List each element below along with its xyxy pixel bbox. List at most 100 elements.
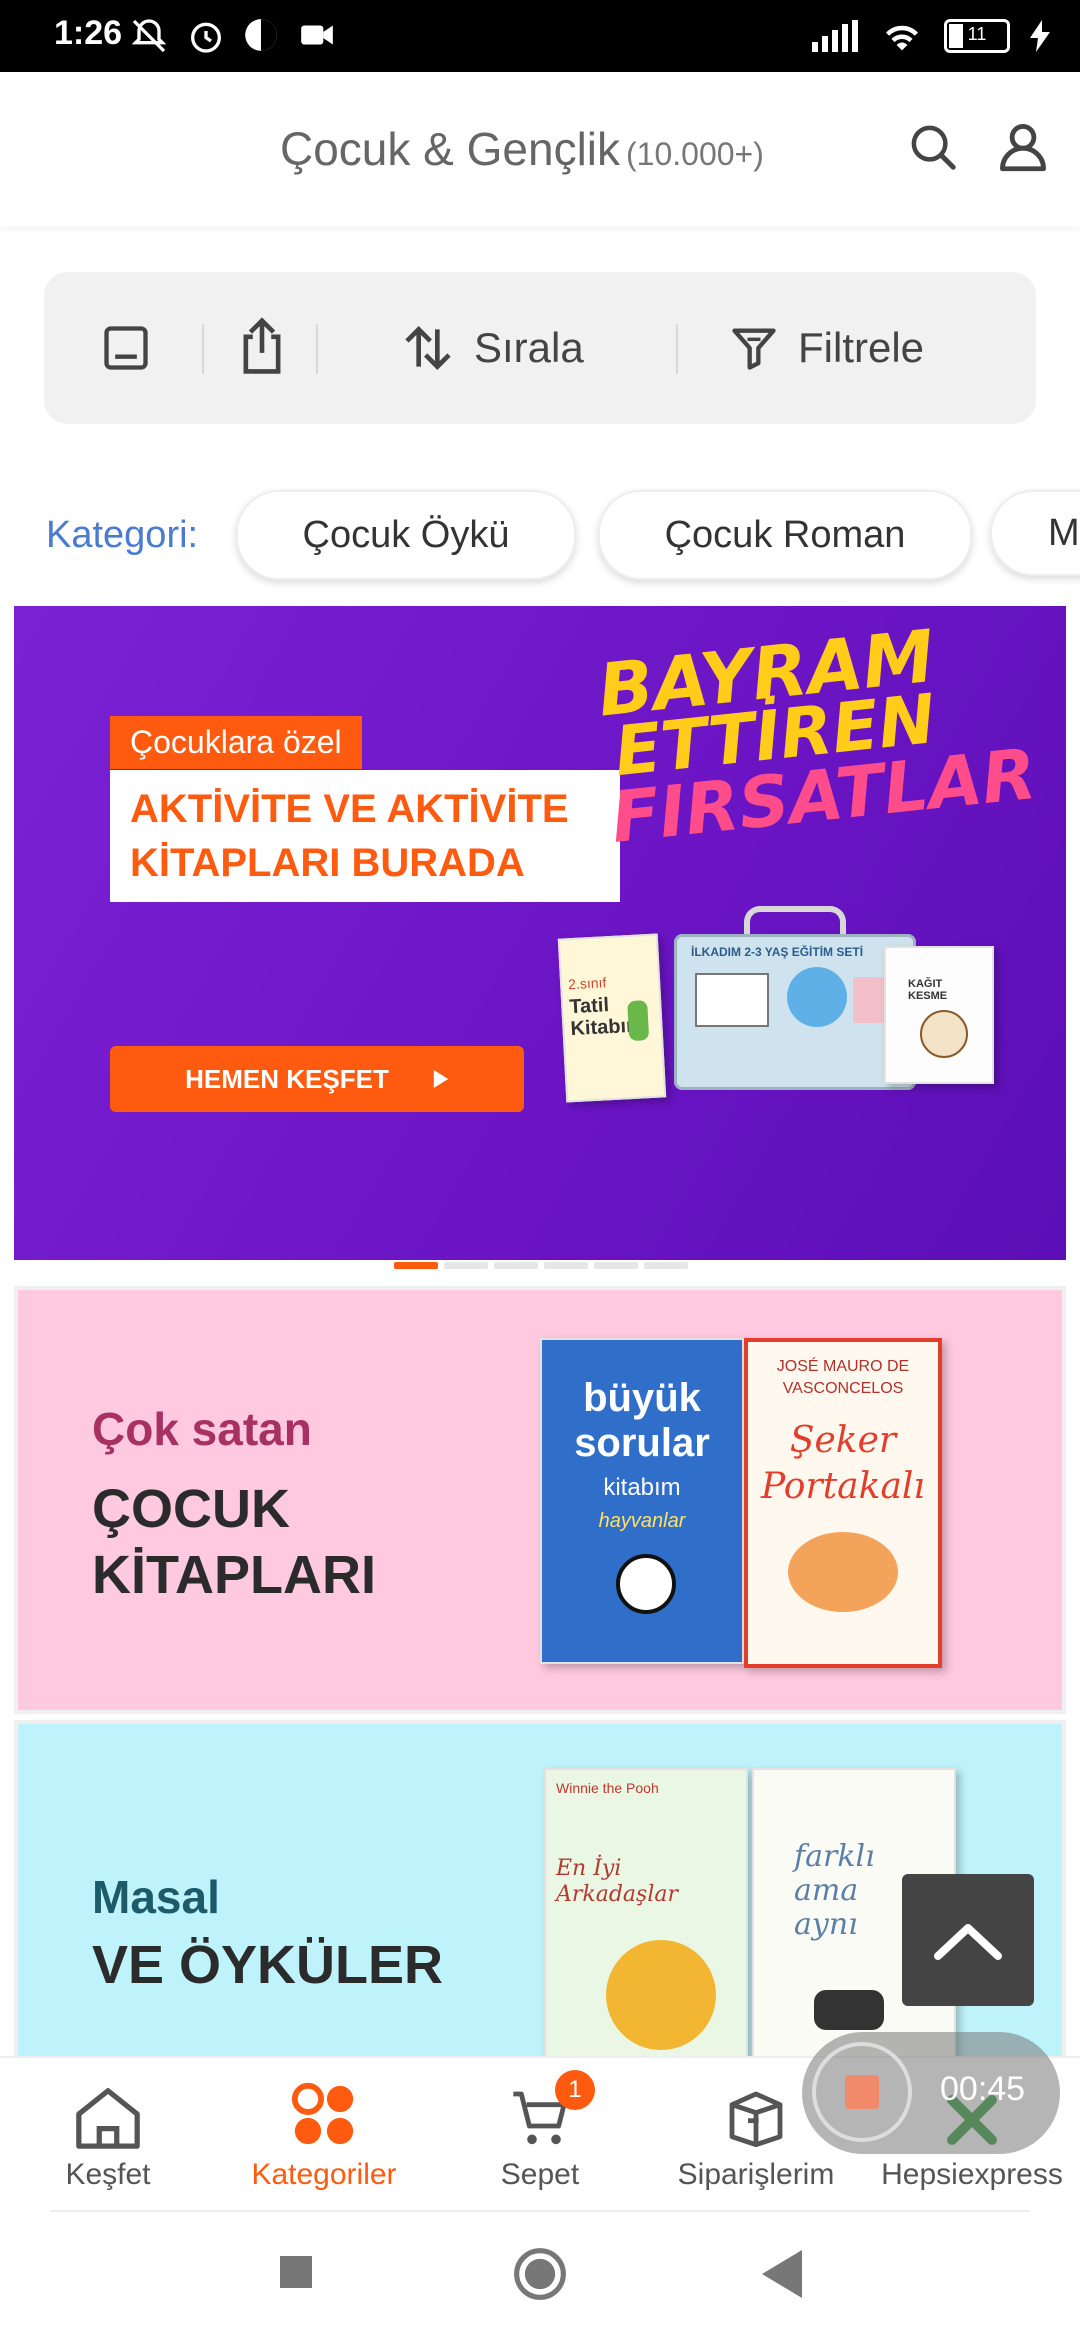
sort-icon: [405, 326, 451, 370]
screen-recorder-pill[interactable]: 00:45: [802, 2032, 1060, 2154]
scroll-to-top-button[interactable]: [902, 1874, 1034, 2006]
charging-icon: [1030, 20, 1050, 52]
nav-icon-wrap: [289, 2076, 359, 2150]
status-right-icons: 11: [812, 18, 1050, 54]
product-book-kagit-kesme: KAĞIT KESME: [884, 946, 994, 1084]
battery-icon: 11: [944, 19, 1010, 53]
play-arrow-icon: [433, 1070, 449, 1088]
category-label: Kategori:: [46, 514, 199, 556]
book-buyuk-title: büyük sorular: [574, 1376, 710, 1465]
book-buyuk-sub: kitabım: [603, 1474, 681, 1501]
hero-headline-line1: AKTİVİTE VE AKTİVİTE: [130, 787, 569, 831]
panda-illustration: [616, 1554, 676, 1614]
book-pooh-title: En İyi Arkadaşlar: [556, 1856, 679, 1907]
book-kagit-title: KAĞIT KESME: [908, 978, 948, 1002]
system-nav-bar: [0, 2212, 1080, 2340]
nav-item-kesfet[interactable]: Keşfet: [0, 2076, 216, 2192]
page-title-text: Çocuk & Gençlik: [280, 123, 621, 175]
book-seker-author: JOSÉ MAURO DE VASCONCELOS: [776, 1358, 910, 1397]
filter-icon: [732, 328, 776, 370]
book-tatil-grade: 2.sınıf: [567, 974, 607, 993]
chevron-up-icon: [934, 1924, 1002, 1960]
set-globe: [787, 967, 847, 1027]
book-buyuk-sorular: büyük sorular kitabım hayvanlar: [540, 1338, 744, 1664]
nav-label-kesfet: Keşfet: [65, 2158, 151, 2191]
bestseller-line2a: ÇOCUK: [92, 1479, 290, 1539]
toolbar-divider: [316, 324, 318, 374]
recording-timer: 00:45: [940, 2070, 1026, 2108]
search-icon[interactable]: [906, 120, 960, 174]
alarm-icon: [191, 22, 221, 53]
hero-tag: Çocuklara özel: [110, 716, 362, 769]
nav-icon-wrap: 1: [507, 2070, 595, 2150]
sort-button[interactable]: Sırala: [400, 316, 584, 380]
hero-cta-button[interactable]: HEMEN KEŞFET: [110, 1046, 524, 1112]
set-box: İLKADIM 2-3 YAŞ EĞİTİM SETİ: [674, 934, 916, 1090]
carousel-dot[interactable]: [544, 1262, 588, 1269]
notifications-off-icon: [131, 19, 167, 53]
app-header: Çocuk & Gençlik (10.000+): [0, 72, 1080, 227]
category-chip-cocuk-oyku[interactable]: Çocuk Öykü: [236, 490, 576, 580]
hero-banner[interactable]: Çocuklara özel AKTİVİTE VE AKTİVİTE KİTA…: [14, 606, 1066, 1260]
nav-label-kategoriler: Kategoriler: [251, 2158, 397, 2191]
book-farkli-title: farklı ama aynı: [794, 1839, 875, 1942]
carousel-dot[interactable]: [444, 1262, 488, 1269]
view-mode-icon[interactable]: [100, 322, 152, 374]
book-seker-portakali: JOSÉ MAURO DE VASCONCELOS Şeker Portakal…: [744, 1338, 942, 1668]
toolbar-divider: [676, 324, 678, 374]
nav-item-sepet[interactable]: 1 Sepet: [432, 2070, 648, 2192]
bestseller-line1: Çok satan: [92, 1403, 312, 1455]
cart-badge: 1: [555, 2070, 595, 2110]
stop-icon: [845, 2075, 879, 2109]
user-icon[interactable]: [994, 118, 1052, 176]
battery-level: 11: [967, 24, 987, 44]
page-title: Çocuk & Gençlik (10.000+): [280, 122, 764, 176]
home-button-icon[interactable]: [512, 2246, 568, 2302]
carousel-dot[interactable]: [644, 1262, 688, 1269]
carousel-indicator: [394, 1262, 688, 1269]
signal-icon: [812, 20, 858, 52]
cactus-illustration: [627, 1000, 650, 1042]
hero-cta-label: HEMEN KEŞFET: [185, 1063, 389, 1094]
bestseller-line2b: KİTAPLARI: [92, 1545, 376, 1605]
bestseller-line2: ÇOCUK KİTAPLARI: [92, 1476, 512, 1608]
filter-button[interactable]: Filtrele: [728, 316, 924, 380]
tales-line2: VE ÖYKÜLER: [92, 1935, 444, 1995]
hero-headline: AKTİVİTE VE AKTİVİTE KİTAPLARI BURADA: [110, 770, 620, 902]
hero-promo-title: BAYRAM ETTİREN FIRSATLAR: [594, 614, 1043, 859]
nav-icon-wrap: [723, 2076, 789, 2150]
category-chip-cocuk-roman[interactable]: Çocuk Roman: [598, 490, 972, 580]
share-icon[interactable]: [234, 316, 290, 376]
category-chip-more[interactable]: M: [990, 490, 1080, 576]
bestseller-banner[interactable]: Çok satan ÇOCUK KİTAPLARI büyük sorular …: [14, 1286, 1066, 1714]
nav-label-sepet: Sepet: [500, 2158, 580, 2191]
pooh-illustration: [606, 1940, 716, 2050]
stop-recording-button[interactable]: [812, 2042, 912, 2142]
result-count: (10.000+): [626, 136, 764, 172]
set-title: İLKADIM 2-3 YAŞ EĞİTİM SETİ: [691, 945, 864, 959]
recents-icon[interactable]: [276, 2252, 316, 2292]
status-time: 1:26: [54, 14, 123, 52]
book-seker-title: Şeker Portakalı: [761, 1420, 925, 1507]
product-activity-set: İLKADIM 2-3 YAŞ EĞİTİM SETİ: [674, 906, 916, 1090]
status-bar: 1:26 11: [0, 0, 1080, 72]
nav-item-kategoriler[interactable]: Kategoriler: [216, 2076, 432, 2192]
book-pooh-brand: Winnie the Pooh: [556, 1780, 659, 1796]
animals-illustration: [814, 1990, 884, 2030]
data-saver-icon: [245, 19, 277, 51]
book-en-iyi-arkadaslar: Winnie the Pooh En İyi Arkadaşlar: [544, 1768, 748, 2076]
carousel-dot[interactable]: [494, 1262, 538, 1269]
puppy-illustration: [920, 1010, 968, 1058]
list-toolbar: Sırala Filtrele: [44, 272, 1036, 424]
book-buyuk-topic: hayvanlar: [598, 1510, 686, 1532]
carousel-dot[interactable]: [394, 1262, 438, 1269]
hero-headline-line2: KİTAPLARI BURADA: [130, 841, 525, 885]
categories-icon: [291, 2082, 354, 2145]
filter-label: Filtrele: [798, 324, 925, 371]
package-icon: [729, 2091, 783, 2148]
toolbar-divider: [202, 324, 204, 374]
carousel-dot[interactable]: [594, 1262, 638, 1269]
book-tatil-title: Tatil Kitabım: [568, 994, 645, 1041]
status-left-icons: [128, 16, 338, 56]
back-icon[interactable]: [760, 2250, 804, 2298]
